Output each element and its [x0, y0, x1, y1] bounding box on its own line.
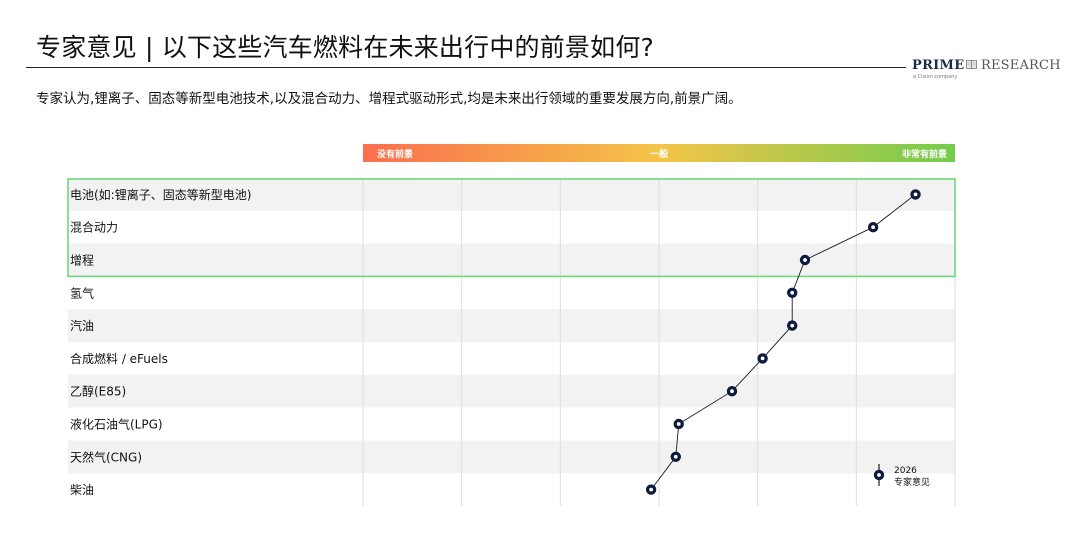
data-point-center [803, 258, 807, 262]
scale-label: 非常有前景 [902, 148, 947, 160]
row-stripe [68, 440, 955, 474]
legend-label-year: 2026 [894, 466, 917, 476]
data-point-center [730, 389, 734, 394]
rating-scale-bar: 没有前景 一般 非常有前景 [363, 144, 955, 162]
row-stripe [68, 309, 955, 342]
category-label: 液化石油气(LPG) [70, 417, 163, 432]
category-label: 增程 [70, 253, 94, 268]
scale-label: 没有前景 [377, 148, 413, 160]
row-stripe [68, 243, 955, 277]
data-point-center [649, 487, 654, 492]
category-label: 合成燃料 / eFuels [70, 351, 168, 366]
row-stripe [68, 374, 955, 408]
category-label: 氢气 [70, 285, 94, 300]
category-label: 乙醇(E85) [70, 384, 126, 399]
category-label: 柴油 [70, 483, 94, 497]
scale-label: 一般 [650, 148, 669, 160]
row-stripes [68, 178, 955, 474]
data-point-center [790, 323, 795, 328]
fuel-outlook-chart: 没有前景 一般 非常有前景 电池(如:锂离子、固态等新型电池) 混合动力增程氢气汽油合… [67, 144, 956, 506]
data-point-center [760, 356, 765, 361]
category-label: 电池(如:锂离子、固态等新型电池) [70, 187, 251, 202]
category-label: 混合动力 [70, 220, 118, 235]
data-point-center [673, 454, 678, 459]
data-point-center [871, 225, 876, 230]
category-label: 天然气(CNG) [70, 449, 142, 464]
data-point-center [676, 422, 681, 426]
category-label: 汽油 [70, 318, 94, 333]
data-point-center [913, 192, 918, 197]
data-point-center [790, 290, 795, 295]
legend-label-series: 专家意见 [894, 476, 930, 488]
legend-marker-center [877, 473, 881, 477]
